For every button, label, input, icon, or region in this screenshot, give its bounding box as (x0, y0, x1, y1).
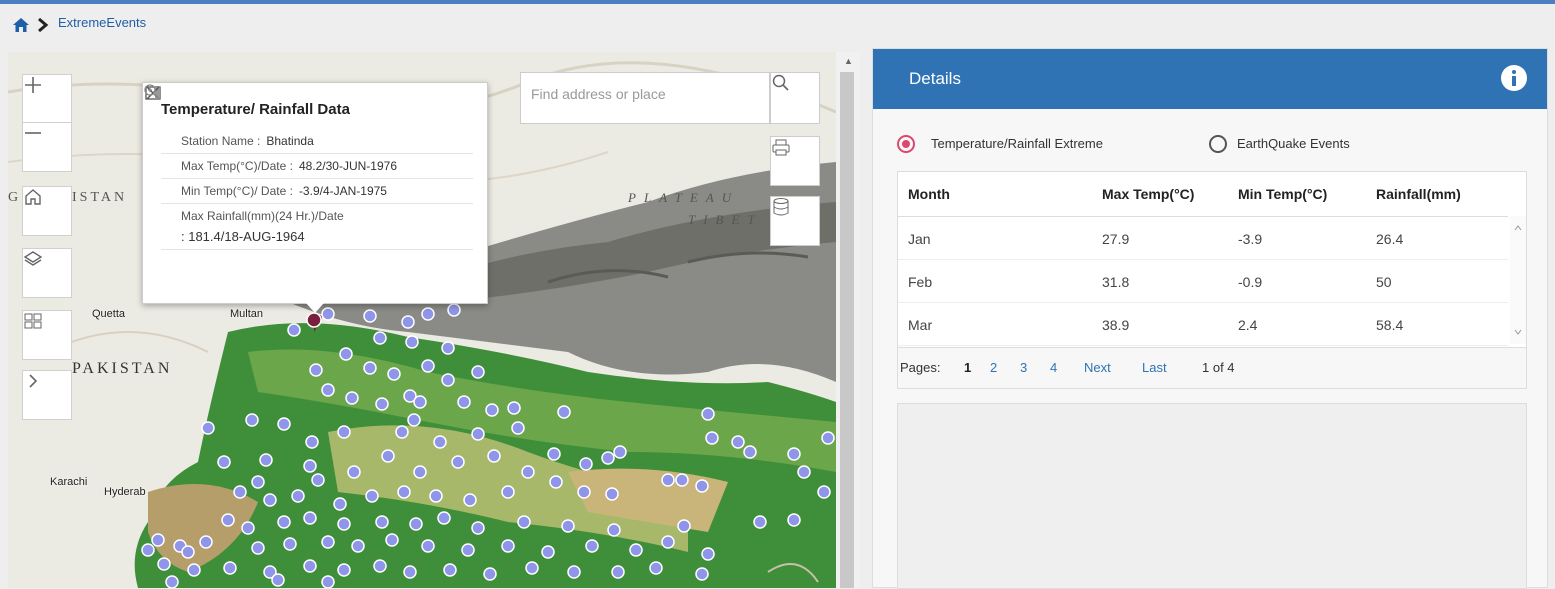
database-icon (773, 198, 789, 216)
popup-attributes: Station Name : Bhatinda Max Temp(°C)/Date… (161, 129, 473, 250)
map-label-g: G (8, 190, 22, 205)
expand-toolbar-button[interactable] (22, 370, 72, 420)
cell-min-temp: 2.4 (1238, 317, 1258, 333)
table-row[interactable]: Mar 38.9 2.4 58.4 (898, 303, 1508, 346)
station-popup: Temperature/ Rainfall Data Station Name … (142, 82, 488, 304)
pager-page-3[interactable]: 3 (1020, 360, 1027, 375)
grid-scrollbar[interactable] (1510, 216, 1526, 344)
max-rainfall-row: Max Rainfall(mm)(24 Hr.)/Date : 181.4/18… (161, 204, 473, 250)
layers-icon (23, 251, 43, 266)
map-label-tibet: TIBET (688, 212, 763, 227)
table-row[interactable]: Feb 31.8 -0.9 50 (898, 260, 1508, 303)
radio-earthquake-label[interactable]: EarthQuake Events (1237, 136, 1350, 151)
pager-page-1[interactable]: 1 (964, 360, 971, 375)
station-name-label: Station Name : (181, 134, 261, 148)
cell-max-temp: 27.9 (1102, 231, 1130, 247)
basemap-gallery-button[interactable] (22, 310, 72, 360)
min-temp-value: -3.9/4-JAN-1975 (298, 184, 387, 198)
cell-month: Jan (908, 231, 931, 247)
column-header-rainfall[interactable]: Rainfall(mm) (1376, 186, 1461, 202)
radio-temperature-rainfall-label[interactable]: Temperature/Rainfall Extreme (931, 136, 1103, 151)
chevron-right-icon (38, 17, 49, 33)
max-rainfall-label: Max Rainfall(mm)(24 Hr.)/Date (181, 209, 344, 223)
max-rainfall-value: : 181.4/18-AUG-1964 (181, 229, 305, 244)
cell-rainfall: 50 (1376, 274, 1392, 290)
city-label-karachi: Karachi (50, 476, 88, 488)
city-label-multan: Multan (230, 308, 264, 320)
column-header-min-temp[interactable]: Min Temp(°C) (1238, 186, 1327, 202)
city-label-hyderabad: Hyderab (104, 486, 146, 498)
radio-temperature-rainfall[interactable] (897, 135, 915, 153)
max-temp-label: Max Temp(°C)/Date : (181, 159, 293, 173)
pager-label: Pages: (900, 360, 941, 375)
pager-last-link[interactable]: Last (1142, 360, 1167, 375)
print-button[interactable] (770, 136, 820, 186)
details-header: Details (873, 49, 1547, 109)
scroll-thumb[interactable] (840, 72, 854, 588)
city-label-quetta: Quetta (92, 308, 126, 320)
min-temp-label: Min Temp(°C)/ Date : (181, 184, 293, 198)
default-extent-button[interactable] (22, 186, 72, 236)
zoom-out-icon (25, 132, 41, 134)
cell-min-temp: -3.9 (1238, 231, 1263, 247)
print-icon (772, 139, 790, 156)
max-temp-value: 48.2/30-JUN-1976 (298, 159, 397, 173)
details-title: Details (909, 69, 961, 88)
column-header-month[interactable]: Month (908, 186, 950, 202)
zoom-in-icon (25, 77, 41, 93)
zoom-to-icon[interactable] (143, 83, 161, 101)
table-row[interactable]: Jan 27.9 -3.9 26.4 (898, 217, 1508, 260)
grid-scroll-arrows[interactable] (1510, 216, 1526, 344)
column-header-max-temp[interactable]: Max Temp(°C) (1102, 186, 1194, 202)
pager-status: 1 of 4 (1202, 360, 1235, 375)
cell-rainfall: 26.4 (1376, 231, 1404, 247)
grid-header-row: Month Max Temp(°C) Min Temp(°C) Rainfall… (898, 172, 1508, 217)
cell-rainfall: 58.4 (1376, 317, 1404, 333)
search-icon (772, 74, 789, 91)
min-temp-row: Min Temp(°C)/ Date : -3.9/4-JAN-1975 (161, 179, 473, 204)
details-panel: Details Temperature/Rainfall Extreme Ear… (872, 48, 1548, 589)
basemap-gallery-icon (24, 313, 42, 329)
selected-station-dot[interactable] (306, 312, 322, 328)
map-scrollbar[interactable]: ▲ (836, 52, 860, 588)
layers-button[interactable] (22, 248, 72, 298)
map-label-plateau: PLATEAU (628, 190, 740, 205)
chart-placeholder-area (897, 403, 1527, 589)
pager: Pages: 1 2 3 4 Next Last 1 of 4 (898, 347, 1526, 388)
pager-page-2[interactable]: 2 (990, 360, 997, 375)
pager-next-link[interactable]: Next (1084, 360, 1111, 375)
max-temp-row: Max Temp(°C)/Date : 48.2/30-JUN-1976 (161, 154, 473, 179)
scroll-up-icon[interactable]: ▲ (844, 56, 853, 66)
map-view[interactable]: G ISTAN PLATEAU TIBET PAKISTAN Quetta Mu… (8, 52, 836, 588)
zoom-out-button[interactable] (22, 122, 72, 172)
home-icon[interactable] (12, 16, 30, 34)
search-button[interactable] (770, 72, 820, 124)
popup-pointer (306, 303, 324, 313)
search-input[interactable]: Find address or place (520, 72, 770, 124)
database-button[interactable] (770, 196, 820, 246)
chevron-right-icon (29, 374, 38, 388)
breadcrumb: ExtremeEvents (0, 4, 1555, 44)
event-type-radio-group: Temperature/Rainfall Extreme EarthQuake … (897, 135, 1517, 159)
breadcrumb-current[interactable]: ExtremeEvents (58, 15, 146, 30)
monthly-data-grid: Month Max Temp(°C) Min Temp(°C) Rainfall… (897, 171, 1527, 389)
zoom-in-button[interactable] (22, 74, 72, 124)
map-label-pakistan: PAKISTAN (72, 360, 173, 377)
cell-min-temp: -0.9 (1238, 274, 1263, 290)
home-icon (25, 189, 41, 205)
pager-page-4[interactable]: 4 (1050, 360, 1057, 375)
map-label-stan: ISTAN (72, 190, 128, 205)
station-name-row: Station Name : Bhatinda (161, 129, 473, 154)
cell-max-temp: 38.9 (1102, 317, 1130, 333)
popup-title: Temperature/ Rainfall Data (161, 101, 350, 118)
station-name-value: Bhatinda (266, 134, 314, 148)
radio-earthquake[interactable] (1209, 135, 1227, 153)
cell-month: Mar (908, 317, 933, 333)
cell-month: Feb (908, 274, 933, 290)
cell-max-temp: 31.8 (1102, 274, 1130, 290)
info-icon[interactable] (1499, 63, 1529, 93)
